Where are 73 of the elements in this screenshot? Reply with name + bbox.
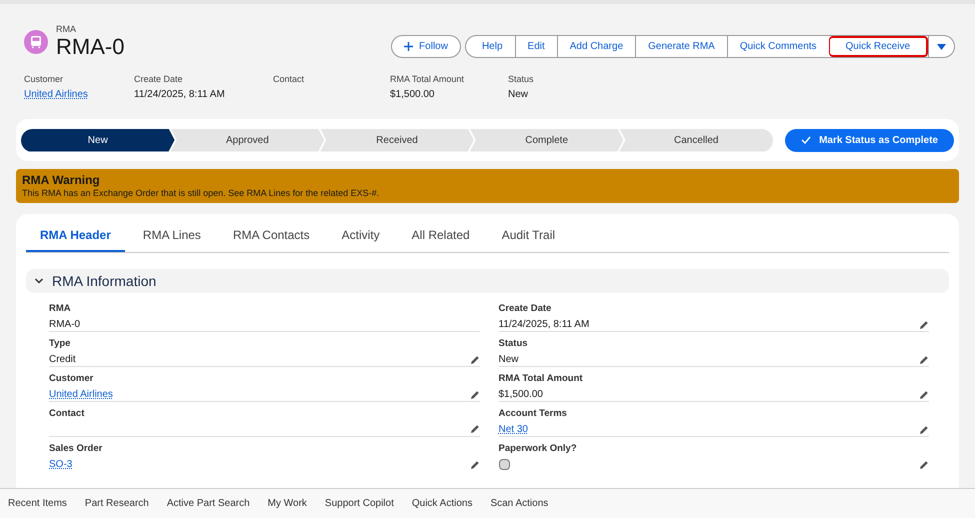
field-link[interactable]: SO-3 xyxy=(49,457,72,472)
train-icon xyxy=(24,30,48,54)
pencil-icon[interactable] xyxy=(470,354,480,364)
field-label: Account Terms xyxy=(498,408,568,420)
pencil-icon[interactable] xyxy=(470,424,480,434)
pencil-icon[interactable] xyxy=(919,354,929,364)
utility-item[interactable]: Active Part Search xyxy=(166,496,250,511)
tab[interactable]: RMA Header xyxy=(26,222,125,252)
pencil-icon[interactable] xyxy=(470,460,480,470)
pencil-icon[interactable] xyxy=(919,424,929,434)
utility-item[interactable]: Recent Items xyxy=(8,496,67,511)
field-value: 11/24/2025, 8:11 AM xyxy=(498,318,590,332)
utility-item[interactable]: Part Research xyxy=(84,496,149,511)
mark-complete-button[interactable]: Mark Status as Complete xyxy=(785,128,954,152)
checkbox[interactable] xyxy=(498,459,510,470)
utility-item[interactable]: Support Copilot xyxy=(324,496,394,511)
pencil-icon[interactable] xyxy=(919,390,929,400)
pencil-icon[interactable] xyxy=(470,390,480,400)
field-value: New xyxy=(508,88,530,101)
action-button[interactable]: Add Charge xyxy=(556,36,636,57)
utility-item[interactable]: Scan Actions xyxy=(490,496,548,511)
tab[interactable]: Audit Trail xyxy=(488,222,570,252)
utility-item[interactable]: My Work xyxy=(268,496,307,511)
path-step[interactable]: Received xyxy=(320,128,474,152)
utility-item[interactable]: Quick Actions xyxy=(412,496,472,511)
section-title: RMA Information xyxy=(52,272,156,290)
warning-message: This RMA has an Exchange Order that is still open. See RMA Lines for the related EXS-#. xyxy=(22,187,380,199)
caret-icon xyxy=(937,44,946,50)
field-value: RMA-0 xyxy=(49,318,80,332)
tab[interactable]: RMA Lines xyxy=(128,222,215,252)
field-link[interactable]: Net 30 xyxy=(498,422,528,437)
field-value: New xyxy=(498,353,519,367)
field-label: Customer xyxy=(49,373,94,385)
path-step[interactable]: Approved xyxy=(170,128,324,152)
field-label: Create Date xyxy=(498,303,552,315)
field-value: 11/24/2025, 8:11 AM xyxy=(134,88,226,101)
action-button[interactable]: Quick Receive xyxy=(828,36,928,57)
path-step[interactable]: Complete xyxy=(470,128,624,152)
field-label: Contact xyxy=(273,74,306,85)
field-label: RMA Total Amount xyxy=(390,74,465,85)
pencil-icon[interactable] xyxy=(919,320,929,330)
path-step[interactable]: Cancelled xyxy=(619,128,774,152)
field-label: Contact xyxy=(49,408,86,420)
path-step[interactable]: New xyxy=(21,128,175,152)
field-value: $1,500.00 xyxy=(390,88,436,101)
field-label: Sales Order xyxy=(49,443,104,455)
customer-link[interactable]: United Airlines xyxy=(24,88,88,101)
action-button[interactable]: Help xyxy=(466,36,515,57)
action-button[interactable]: Generate RMA xyxy=(635,36,727,57)
record-title: RMA-0 xyxy=(56,34,124,60)
field-label: RMA xyxy=(49,303,72,315)
check-icon xyxy=(801,136,812,144)
action-button[interactable]: Quick Comments xyxy=(726,36,829,57)
field-label: Type xyxy=(49,338,72,350)
tab[interactable]: Activity xyxy=(328,222,394,252)
plus-icon xyxy=(404,42,414,51)
pencil-icon[interactable] xyxy=(919,460,929,470)
action-button[interactable]: Edit xyxy=(514,36,557,57)
field-link[interactable]: United Airlines xyxy=(49,387,113,402)
follow-button[interactable]: Follow xyxy=(391,35,461,58)
field-label: RMA Total Amount xyxy=(498,373,584,385)
tab[interactable]: RMA Contacts xyxy=(218,222,324,252)
warning-title: RMA Warning xyxy=(22,173,101,187)
field-label: Paperwork Only? xyxy=(498,443,578,455)
field-value: Credit xyxy=(49,353,76,367)
field-label: Status xyxy=(498,338,529,350)
field-label: Customer xyxy=(24,74,64,85)
field-label: Create Date xyxy=(134,74,184,85)
chevron-icon[interactable] xyxy=(34,276,44,286)
field-label: Status xyxy=(508,74,535,85)
tab[interactable]: All Related xyxy=(398,222,484,252)
object-label: RMA xyxy=(56,24,77,34)
field-value: $1,500.00 xyxy=(498,388,543,402)
